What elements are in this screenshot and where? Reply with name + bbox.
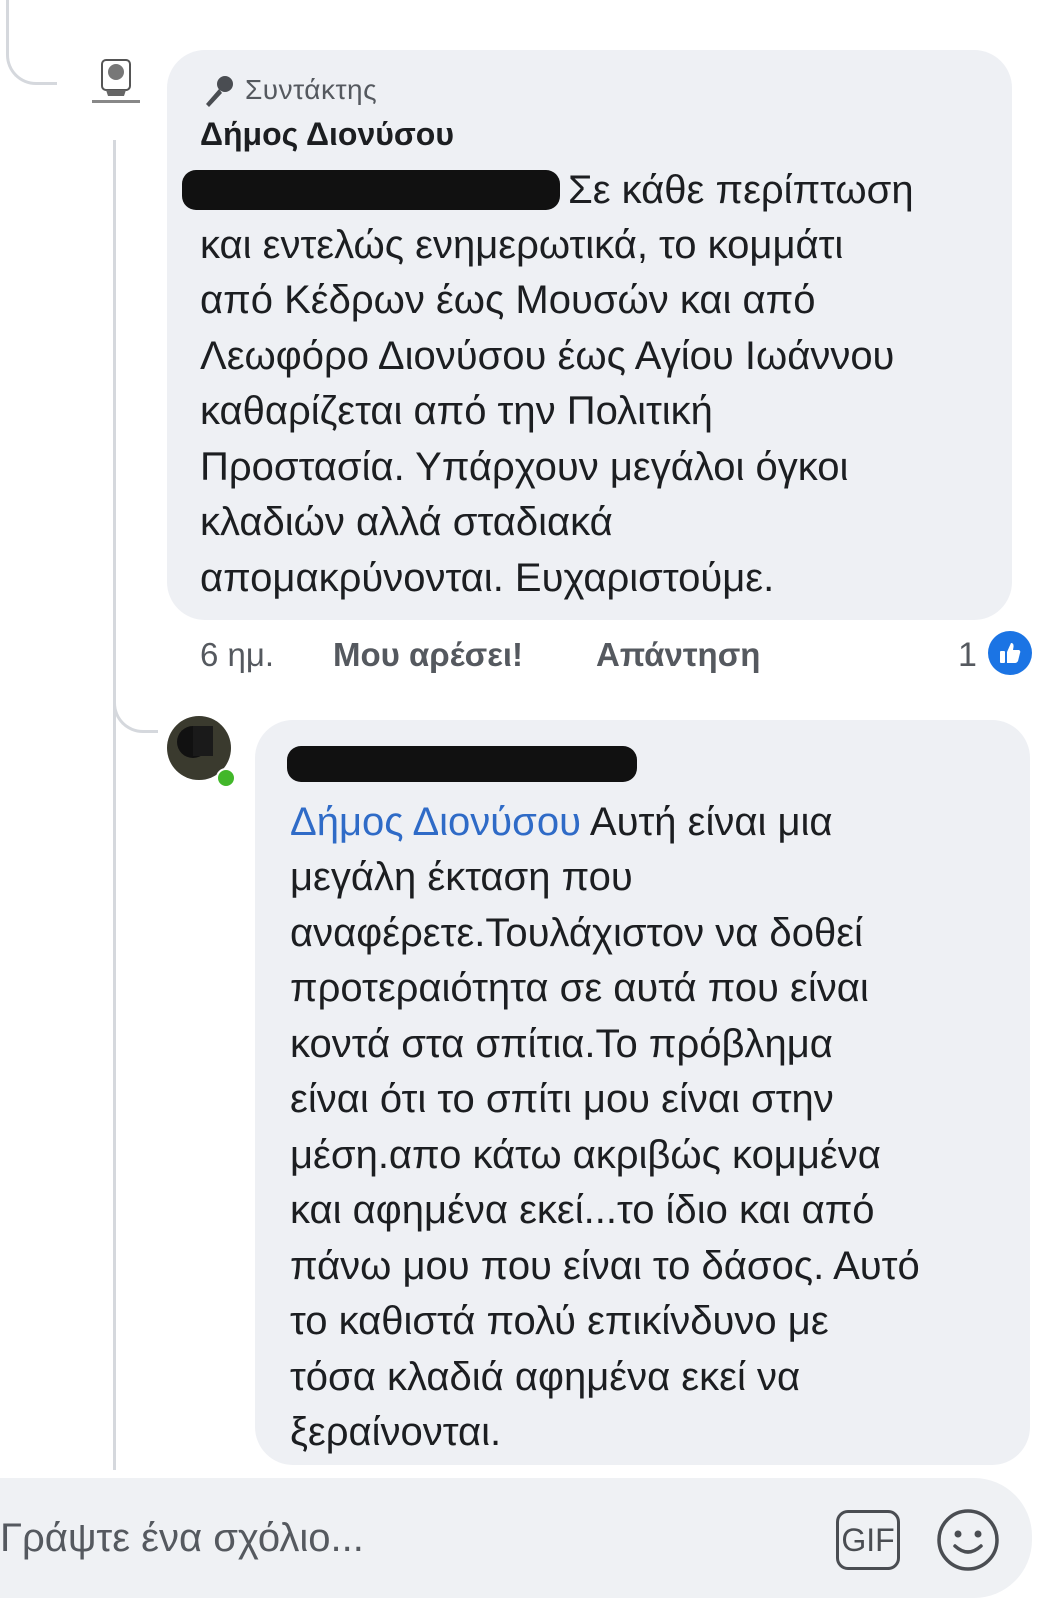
reply-line-4: προτεραιότητα σε αυτά που είναι [290,966,869,1010]
emoji-button[interactable] [935,1507,1001,1573]
like-reaction-icon[interactable] [988,631,1032,675]
editor-badge-label: Συντάκτης [245,74,378,105]
comment-line-7: κλαδιών αλλά σταδιακά [200,500,613,544]
comment-timestamp[interactable]: 6 ημ. [200,636,274,674]
reply-line-6: είναι ότι το σπίτι μου είναι στην [290,1077,834,1121]
reply-line-7: μέση.απο κάτω ακριβώς κομμένα [290,1133,881,1177]
municipality-logo-avatar[interactable] [88,56,144,108]
reply-line-8: και αφημένα εκεί...το ίδιο και από [290,1188,875,1232]
reply-line-9: πάνω μου που είναι το δάσος. Αυτό [290,1244,920,1288]
thread-line-top-curve [6,48,57,85]
gif-button[interactable]: GIF [836,1510,900,1570]
reply-line-11: τόσα κλαδιά αφημένα εκεί να [290,1355,801,1399]
reply-line-3: αναφέρετε.Τουλάχιστον να δοθεί [290,911,863,955]
reply-line-2: μεγάλη έκταση που [290,855,633,899]
comment-line-3: από Κέδρων έως Μουσών και από [200,278,816,322]
comment-line-6: Προστασία. Υπάρχουν μεγάλοι όγκοι [200,445,849,489]
comment-author-name[interactable]: Δήμος Διονύσου [200,116,454,153]
comment-line-2: και εντελώς ενημερωτικά, το κομμάτι [200,223,844,267]
mention-link[interactable]: Δήμος Διονύσου [290,800,581,844]
reply-line-10: το καθιστά πολύ επικίνδυνο με [290,1299,829,1343]
reaction-count[interactable]: 1 [958,636,977,675]
redacted-reply-name [287,746,637,782]
comment-line-1: Σε κάθε περίπτωση [568,168,914,212]
online-status-dot [216,768,236,788]
reply-line-5: κοντά στα σπίτια.Το πρόβλημα [290,1022,833,1066]
thread-line-top [6,0,9,50]
reply-line-12: ξεραίνονται. [290,1410,502,1454]
microphone-icon [200,74,236,115]
redacted-name [182,170,560,210]
comment-line-8: απομακρύνονται. Ευχαριστούμε. [200,556,775,600]
comment-line-5: καθαρίζεται από την Πολιτική [200,389,713,433]
reply-button[interactable]: Απάντηση [596,636,760,674]
like-button[interactable]: Μου αρέσει! [333,636,523,674]
reply-line-1: Δήμος Διονύσου Αυτή είναι μια [290,800,833,844]
thread-line-reply-curve [113,690,158,733]
smiley-icon [937,1509,999,1571]
comment-line-4: Λεωφόρο Διονύσου έως Αγίου Ιωάννου [200,334,895,378]
thread-line-main [113,140,116,1470]
comment-input[interactable] [0,1516,780,1561]
